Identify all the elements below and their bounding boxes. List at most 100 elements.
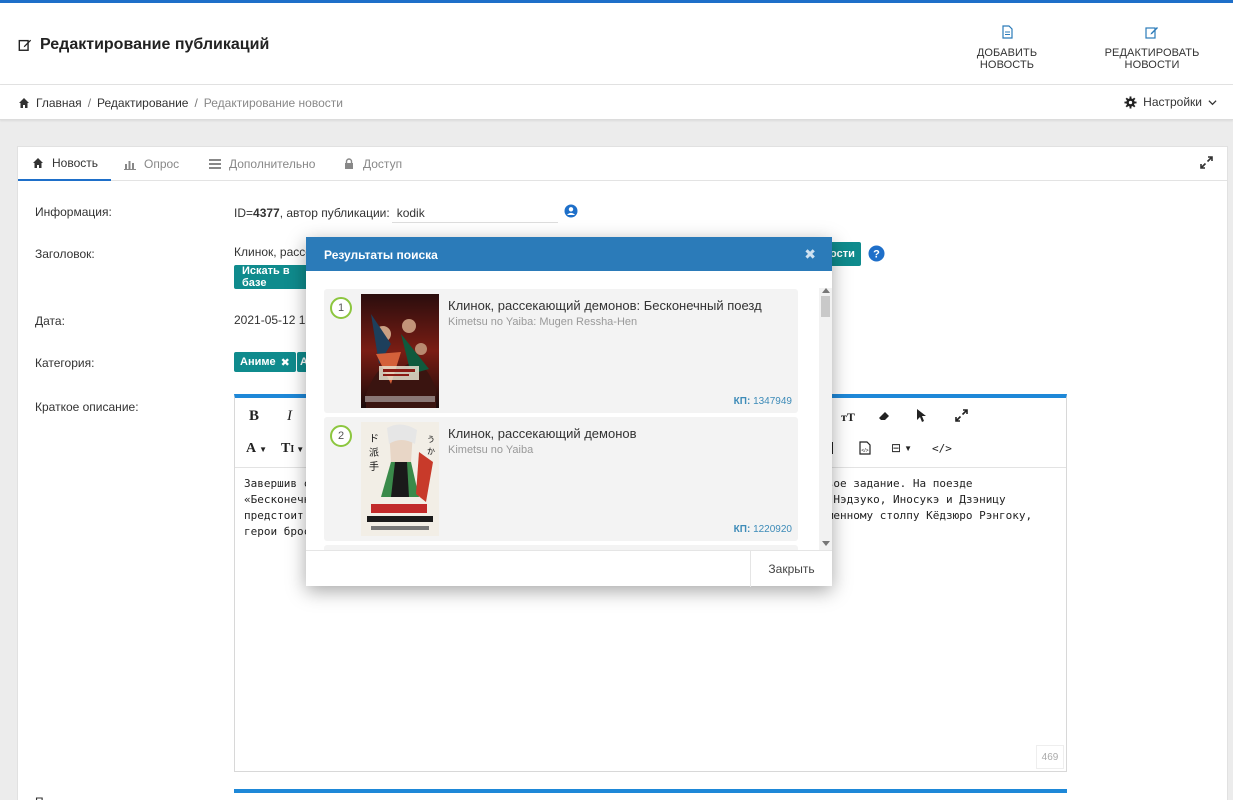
- cursor-icon[interactable]: [915, 408, 927, 423]
- list-icon: [209, 159, 221, 169]
- modal-scrollbar[interactable]: [819, 288, 832, 550]
- search-db-button[interactable]: Искать в базе: [234, 265, 314, 289]
- breadcrumb-edit[interactable]: Редактирование: [97, 96, 188, 110]
- text-size-icon[interactable]: ᴛT: [841, 410, 855, 425]
- kp-label: КП:: [733, 524, 751, 535]
- tab-news[interactable]: Новость: [18, 147, 111, 181]
- info-row: ID= 4377, автор публикации: kodik: [234, 203, 558, 223]
- kp-label: КП:: [733, 396, 751, 407]
- table-dropdown[interactable]: ⊟ ▼: [891, 441, 912, 455]
- font-color-dropdown[interactable]: A ▼: [246, 441, 267, 457]
- search-result-item[interactable]: 2 ド 派 手 う か Клинок, рассекающий демонов …: [324, 417, 798, 541]
- author-input[interactable]: kodik: [391, 203, 558, 223]
- tab-access[interactable]: Доступ: [343, 147, 402, 181]
- svg-text:手: 手: [369, 460, 379, 473]
- tab-additional-label: Дополнительно: [229, 157, 316, 171]
- category-tag-label: Аниме: [240, 356, 276, 368]
- tab-bar: Новость Опрос Дополнительно Доступ: [18, 147, 1227, 181]
- svg-text:?: ?: [873, 249, 880, 261]
- poster-image: ド 派 手 う か: [361, 422, 439, 536]
- file-code-icon[interactable]: </>: [859, 441, 871, 455]
- category-label: Категория:: [35, 356, 95, 370]
- svg-text:か: か: [427, 447, 435, 456]
- id-prefix: ID=: [234, 206, 254, 220]
- code-view-button[interactable]: </>: [932, 442, 952, 455]
- result-number: 1: [330, 297, 352, 319]
- news-search-button[interactable]: ости: [828, 242, 861, 266]
- modal-footer: Закрыть: [306, 550, 832, 587]
- bold-button[interactable]: B: [249, 408, 259, 425]
- breadcrumb-bar: Главная / Редактирование / Редактировани…: [0, 85, 1233, 120]
- svg-text:</>: </>: [861, 448, 868, 454]
- next-field-label: П: [35, 795, 44, 800]
- tab-news-label: Новость: [52, 156, 99, 170]
- category-tag[interactable]: Аниме ✖: [234, 352, 296, 372]
- breadcrumb-separator: /: [87, 96, 92, 110]
- scroll-down-arrow[interactable]: [822, 541, 830, 546]
- title-label: Заголовок:: [35, 247, 95, 261]
- italic-button[interactable]: I: [287, 408, 292, 425]
- title-input[interactable]: Клинок, рассе: [234, 245, 312, 259]
- modal-header: Результаты поиска ✖: [306, 237, 832, 271]
- eraser-icon[interactable]: [877, 409, 891, 423]
- home-icon: [19, 98, 29, 108]
- kp-value: 1220920: [753, 524, 792, 535]
- edit-news-button[interactable]: РЕДАКТИРОВАТЬ НОВОСТИ: [1080, 25, 1224, 71]
- expand-icon[interactable]: [1200, 156, 1213, 169]
- help-icon[interactable]: ?: [868, 245, 885, 262]
- lock-icon: [345, 158, 353, 169]
- page-title-text: Редактирование публикаций: [40, 36, 270, 53]
- user-icon[interactable]: [564, 204, 578, 218]
- close-icon[interactable]: ✖: [804, 246, 816, 263]
- file-icon: [1002, 25, 1013, 39]
- breadcrumb-separator: /: [194, 96, 198, 110]
- poster-image: [361, 294, 439, 408]
- info-label: Информация:: [35, 205, 112, 219]
- chevron-down-icon: [1208, 99, 1217, 105]
- breadcrumb-home[interactable]: Главная: [36, 96, 82, 110]
- add-news-label: ДОБАВИТЬ НОВОСТЬ: [976, 47, 1038, 71]
- svg-text:う: う: [427, 435, 435, 444]
- tab-poll-label: Опрос: [144, 157, 180, 171]
- close-icon[interactable]: ✖: [281, 356, 290, 369]
- bar-chart-icon: [124, 161, 136, 170]
- result-kp: КП: 1220920: [734, 524, 792, 535]
- breadcrumb: Главная / Редактирование / Редактировани…: [18, 96, 343, 110]
- char-counter: 469: [1036, 745, 1064, 769]
- date-label: Дата:: [35, 314, 65, 328]
- page-header: Редактирование публикаций ДОБАВИТЬ НОВОС…: [0, 3, 1233, 85]
- result-original-title: Kimetsu no Yaiba: [448, 444, 534, 456]
- result-title: Клинок, рассекающий демонов: [448, 426, 637, 441]
- font-size-dropdown[interactable]: T I ▼: [281, 441, 304, 457]
- breadcrumb-current: Редактирование новости: [203, 96, 343, 110]
- result-number: 2: [330, 425, 352, 447]
- home-icon: [33, 158, 43, 168]
- date-input[interactable]: 2021-05-12 15: [234, 313, 312, 327]
- gear-icon: [1124, 95, 1137, 109]
- result-original-title: Kimetsu no Yaiba: Mugen Ressha-Hen: [448, 316, 638, 328]
- tab-poll[interactable]: Опрос: [124, 147, 179, 181]
- fullscreen-icon[interactable]: [955, 409, 968, 422]
- edit-news-label: РЕДАКТИРОВАТЬ НОВОСТИ: [1104, 47, 1200, 71]
- page-title: Редактирование публикаций: [18, 36, 269, 54]
- modal-title: Результаты поиска: [324, 248, 438, 262]
- edit-icon: [18, 39, 32, 51]
- scroll-up-arrow[interactable]: [822, 288, 830, 293]
- kp-value: 1347949: [753, 396, 792, 407]
- settings-label: Настройки: [1143, 95, 1202, 109]
- result-title: Клинок, рассекающий демонов: Бесконечный…: [448, 298, 762, 313]
- svg-text:ド: ド: [369, 434, 379, 445]
- add-news-button[interactable]: ДОБАВИТЬ НОВОСТЬ: [952, 25, 1062, 71]
- short-desc-label: Краткое описание:: [35, 400, 139, 414]
- svg-text:派: 派: [369, 447, 379, 459]
- author-prefix: , автор публикации:: [279, 206, 390, 220]
- close-button[interactable]: Закрыть: [750, 551, 832, 587]
- full-desc-editor: [234, 789, 1067, 800]
- search-results-modal: Результаты поиска ✖ 1 Клинок, рассекающи…: [306, 237, 832, 587]
- tab-additional[interactable]: Дополнительно: [209, 147, 315, 181]
- result-kp: КП: 1347949: [734, 396, 792, 407]
- edit-icon: [1145, 27, 1158, 39]
- search-result-item[interactable]: 1 Клинок, рассекающий демонов: Бесконечн…: [324, 289, 798, 413]
- settings-dropdown[interactable]: Настройки: [1124, 95, 1217, 109]
- scroll-thumb[interactable]: [821, 296, 830, 317]
